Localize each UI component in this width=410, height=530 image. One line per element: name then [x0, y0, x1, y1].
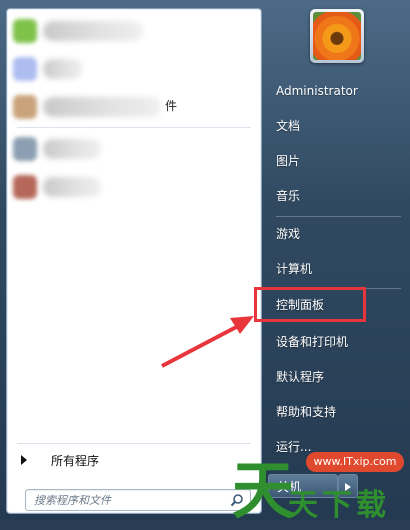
app-icon [13, 95, 37, 119]
pointer-arrow-icon [161, 316, 254, 368]
recent-program-item[interactable] [7, 15, 261, 47]
watermark-url: www.ITxip.com [306, 452, 404, 472]
recent-program-item[interactable] [7, 171, 261, 203]
all-programs-button[interactable]: 所有程序 [17, 449, 249, 471]
app-icon [13, 175, 37, 199]
separator [17, 127, 251, 128]
devices-printers-link[interactable]: 设备和打印机 [276, 331, 396, 353]
all-programs-label: 所有程序 [51, 453, 100, 468]
search-input[interactable] [32, 491, 226, 509]
control-panel-highlight-box [254, 287, 366, 322]
app-icon [13, 137, 37, 161]
computer-link[interactable]: 计算机 [276, 258, 396, 280]
help-support-link[interactable]: 帮助和支持 [276, 401, 396, 423]
recent-program-item[interactable] [7, 53, 261, 85]
blurred-label [43, 97, 161, 117]
games-link[interactable]: 游戏 [276, 223, 396, 245]
search-box[interactable] [25, 489, 251, 511]
recent-program-item[interactable] [7, 133, 261, 165]
app-icon [13, 57, 37, 81]
user-avatar[interactable] [310, 9, 364, 63]
user-name-link[interactable]: Administrator [276, 80, 396, 102]
flower-picture [313, 12, 361, 60]
blurred-label [43, 177, 101, 197]
blurred-label [43, 139, 101, 159]
watermark-logo: 天 [232, 454, 295, 527]
separator [276, 216, 401, 217]
recent-program-item[interactable]: 件 [7, 91, 261, 123]
app-icon [13, 19, 37, 43]
documents-link[interactable]: 文档 [276, 115, 396, 137]
blurred-label [43, 21, 143, 41]
music-link[interactable]: 音乐 [276, 185, 396, 207]
separator [17, 443, 251, 444]
pictures-link[interactable]: 图片 [276, 150, 396, 172]
start-menu: 件 所有程序 Administrator 文档 图片 音乐 游 [0, 0, 410, 527]
watermark-text: 天下载 [288, 488, 390, 523]
default-programs-link[interactable]: 默认程序 [276, 366, 396, 388]
blurred-label [43, 59, 83, 79]
programs-pane: 件 所有程序 [6, 8, 262, 514]
triangle-right-icon [21, 455, 27, 465]
truncated-label-char: 件 [165, 99, 178, 113]
